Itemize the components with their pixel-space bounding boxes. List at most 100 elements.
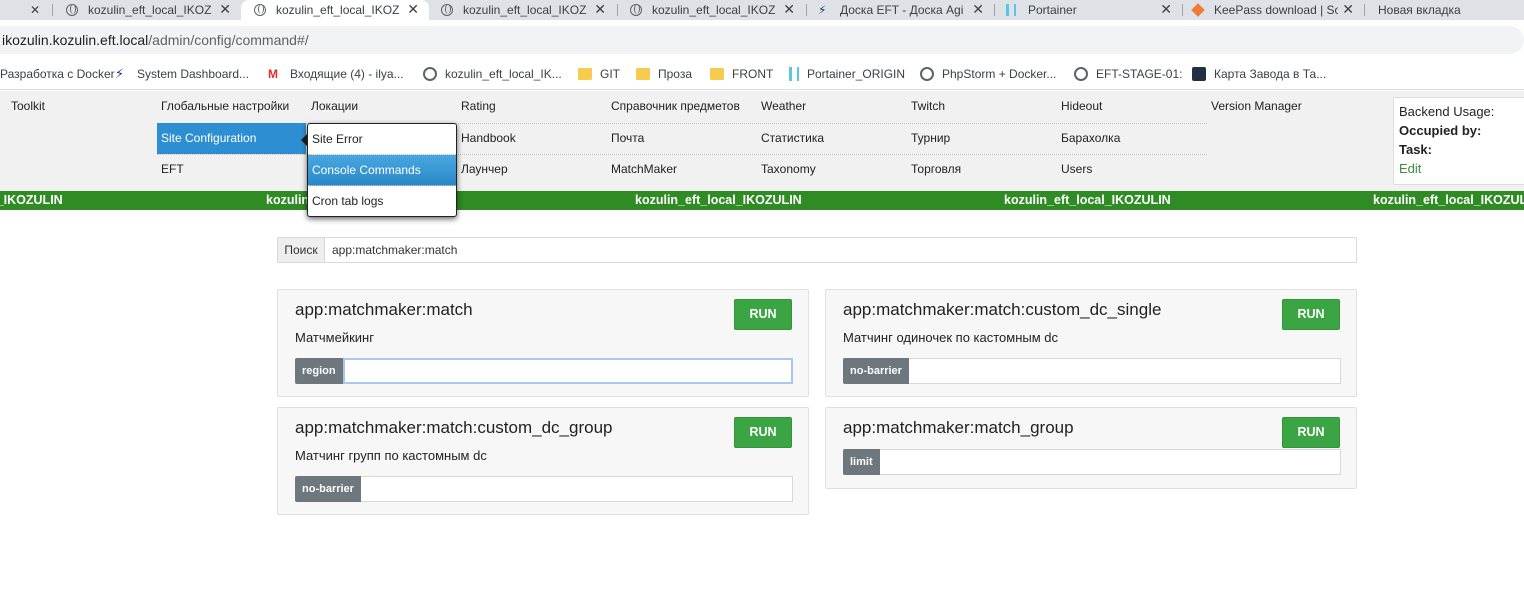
bookmark-item[interactable]: Карта Завода в Та... — [1192, 65, 1326, 83]
gmail-icon: M — [268, 67, 278, 81]
browser-tab[interactable]: Новая вкладка — [1365, 0, 1524, 20]
url-host: ikozulin.kozulin.eft.local — [2, 32, 149, 48]
bookmark-item[interactable]: PhpStorm + Docker... — [920, 65, 1056, 83]
command-name: app:matchmaker:match — [295, 300, 473, 319]
run-button[interactable]: RUN — [1282, 299, 1340, 330]
submenu-caret-icon — [301, 134, 307, 146]
nav-locations[interactable]: Локации — [300, 91, 358, 122]
search-input[interactable] — [325, 238, 1356, 262]
nav-launcher[interactable]: Лаунчер — [450, 154, 508, 185]
browser-tab[interactable]: kozulin_eft_local_IKOZULIN ✕ — [429, 0, 616, 20]
browser-tab[interactable]: Portainer ✕ — [995, 0, 1182, 20]
bookmark-item[interactable]: EFT-STAGE-01: — [1074, 65, 1182, 83]
command-name: app:matchmaker:match:custom_dc_group — [295, 418, 613, 437]
bookmark-item[interactable]: ⚡ System Dashboard... — [115, 65, 249, 83]
url-field[interactable]: ikozulin.kozulin.eft.local/admin/config/… — [0, 26, 1524, 54]
nav-site-configuration[interactable]: Site Configuration — [157, 123, 306, 154]
portainer-icon — [1006, 4, 1016, 16]
argument-input[interactable] — [360, 476, 793, 502]
nav-toolkit[interactable]: Toolkit — [0, 91, 45, 122]
submenu-site-error[interactable]: Site Error — [308, 124, 456, 155]
browser-tab[interactable]: ⚡ Доска EFT - Доска Agile ✕ — [807, 0, 994, 20]
globe-icon — [441, 4, 453, 16]
bookmark-item[interactable]: kozulin_eft_local_IK... — [423, 65, 562, 83]
folder-icon — [636, 68, 650, 80]
site-configuration-submenu: Site Error Console Commands Cron tab log… — [307, 123, 457, 217]
globe-icon — [920, 67, 934, 81]
nav-taxonomy[interactable]: Taxonomy — [750, 154, 816, 185]
nav-eft[interactable]: EFT — [150, 154, 184, 185]
nav-statistics[interactable]: Статистика — [750, 123, 824, 154]
argument-group: region — [295, 358, 793, 384]
browser-tab[interactable]: KeePass download | SourceForge ✕ — [1183, 0, 1364, 20]
folder-icon — [578, 68, 592, 80]
nav-flea-market[interactable]: Барахолка — [1050, 123, 1120, 154]
submenu-console-commands[interactable]: Console Commands — [308, 155, 456, 186]
browser-tab-bar: ✕ kozulin_eft_local_IKOZULIN ✕ kozulin_e… — [0, 0, 1524, 20]
nav-rating[interactable]: Rating — [450, 91, 496, 122]
globe-icon — [1074, 67, 1088, 81]
browser-tab-active[interactable]: kozulin_eft_local_IKOZULIN ✕ — [241, 0, 429, 20]
browser-tab[interactable]: kozulin_eft_local_IKOZULIN ✕ — [618, 0, 805, 20]
nav-mail[interactable]: Почта — [600, 123, 644, 154]
bookmark-item[interactable]: Portainer_ORIGIN — [789, 65, 905, 83]
nav-version-manager[interactable]: Version Manager — [1200, 91, 1302, 122]
close-icon[interactable]: ✕ — [972, 1, 984, 18]
argument-group: no-barrier — [843, 358, 1341, 384]
jira-icon: ⚡ — [115, 66, 125, 81]
nav-weather[interactable]: Weather — [750, 91, 806, 122]
nav-trading[interactable]: Торговля — [900, 154, 961, 185]
tab-close-icon[interactable]: ✕ — [30, 0, 44, 20]
submenu-cron-tab-logs[interactable]: Cron tab logs — [308, 186, 456, 216]
environment-label: kozulin_eft_local_IKOZULIN — [635, 193, 802, 207]
nav-users[interactable]: Users — [1050, 154, 1092, 185]
globe-icon — [423, 67, 437, 81]
nav-items-handbook[interactable]: Справочник предметов — [600, 91, 740, 122]
argument-label: no-barrier — [295, 476, 361, 502]
bookmark-item[interactable]: Разработка с Docker — [0, 65, 115, 83]
close-icon[interactable]: ✕ — [1160, 1, 1172, 18]
run-button[interactable]: RUN — [734, 299, 792, 330]
argument-label: no-barrier — [843, 358, 909, 384]
nav-handbook[interactable]: Handbook — [450, 123, 516, 154]
occupied-by-label: Occupied by: — [1399, 123, 1482, 138]
nav-twitch[interactable]: Twitch — [900, 91, 945, 122]
edit-link[interactable]: Edit — [1399, 159, 1524, 178]
browser-tab[interactable]: kozulin_eft_local_IKOZULIN ✕ — [54, 0, 241, 20]
close-icon[interactable]: ✕ — [783, 1, 795, 18]
command-card: app:matchmaker:match:custom_dc_group Мат… — [277, 407, 809, 515]
command-card: app:matchmaker:match:custom_dc_single Ма… — [825, 289, 1357, 397]
environment-banner: kozulin_eft_local_IKOZULIN kozulin_eft_l… — [0, 191, 1524, 210]
close-icon[interactable]: ✕ — [407, 1, 419, 18]
portainer-icon — [789, 67, 799, 81]
bookmark-folder[interactable]: GIT — [578, 65, 620, 83]
globe-icon — [66, 4, 78, 16]
argument-label: limit — [843, 449, 880, 475]
nav-global-settings[interactable]: Глобальные настройки — [150, 91, 289, 122]
bookmark-item[interactable]: M Входящие (4) - ilya... — [268, 65, 404, 83]
search-label: Поиск — [278, 238, 325, 262]
bookmark-folder[interactable]: Проза — [636, 65, 692, 83]
nav-hideout[interactable]: Hideout — [1050, 91, 1102, 122]
globe-icon — [254, 4, 266, 16]
argument-input[interactable] — [879, 449, 1341, 475]
jira-icon: ⚡ — [818, 3, 827, 17]
command-description: Матчинг групп по кастомным dc — [295, 448, 487, 463]
argument-input[interactable] — [342, 358, 793, 384]
command-search: Поиск — [277, 237, 1357, 263]
close-icon[interactable]: ✕ — [219, 1, 231, 18]
nav-tournament[interactable]: Турнир — [900, 123, 950, 154]
folder-icon — [710, 68, 724, 80]
command-name: app:matchmaker:match_group — [843, 418, 1074, 437]
close-icon[interactable]: ✕ — [594, 1, 606, 18]
argument-input[interactable] — [908, 358, 1341, 384]
command-card: app:matchmaker:match Матчмейкинг RUN reg… — [277, 289, 809, 397]
bookmark-folder[interactable]: FRONT — [710, 65, 773, 83]
backend-usage-title: Backend Usage: — [1399, 104, 1495, 119]
run-button[interactable]: RUN — [734, 417, 792, 448]
close-icon[interactable]: ✕ — [1342, 1, 1354, 18]
environment-label: kozulin_eft_local_IKOZULIN — [0, 193, 63, 207]
environment-label: kozulin_eft_local_IKOZULIN — [1004, 193, 1171, 207]
run-button[interactable]: RUN — [1282, 417, 1340, 448]
nav-matchmaker[interactable]: MatchMaker — [600, 154, 677, 185]
